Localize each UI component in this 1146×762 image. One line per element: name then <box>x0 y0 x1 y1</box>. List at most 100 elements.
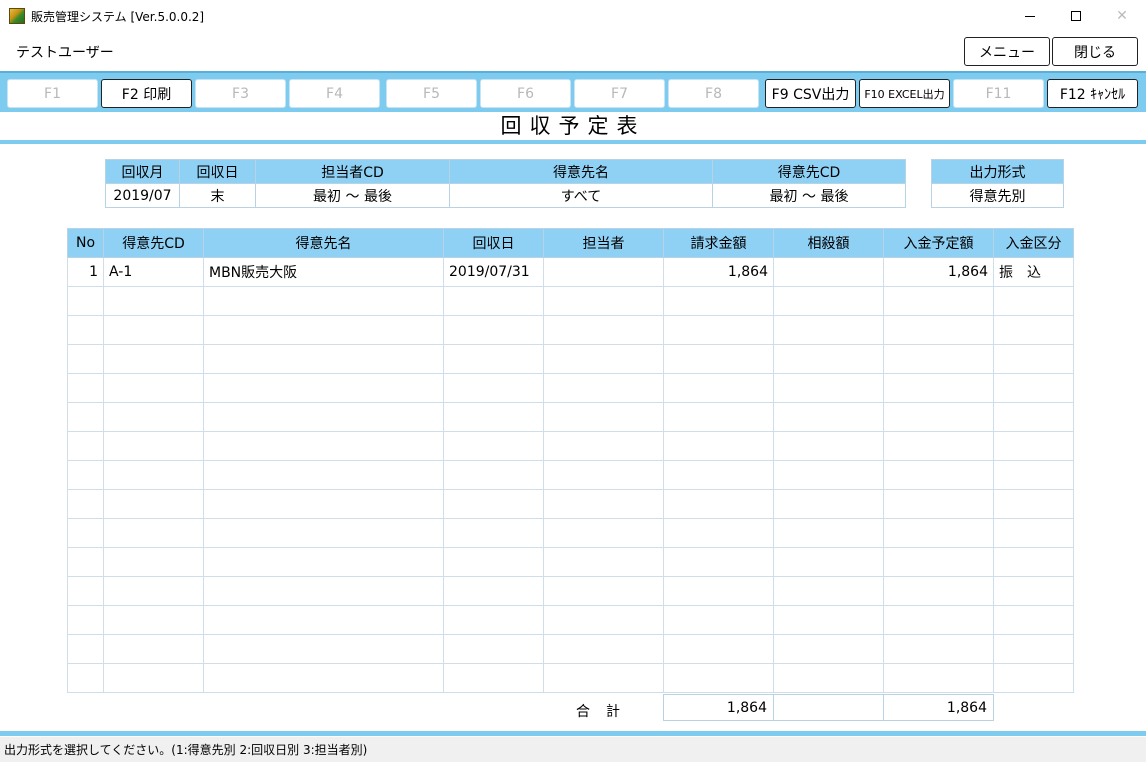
table-cell <box>67 344 104 374</box>
table-cell <box>203 605 444 635</box>
table-cell <box>883 605 994 635</box>
table-cell: 1 <box>67 257 104 287</box>
title-divider <box>0 140 1146 144</box>
table-row[interactable] <box>67 344 1074 374</box>
table-cell <box>543 489 664 519</box>
fkey-button-f8[interactable]: F8 <box>668 79 759 108</box>
table-cell <box>993 431 1074 461</box>
table-cell <box>993 518 1074 548</box>
function-key-bar: F1 F2 印刷 F3 F4 F5 F6 F7 F8 F9 CSV出力 F10 EXCEL出力 F1… <box>0 71 1146 112</box>
table-cell <box>993 315 1074 345</box>
table-row[interactable] <box>67 431 1074 461</box>
bottom-divider <box>0 731 1146 736</box>
table-cell <box>203 518 444 548</box>
table-cell <box>773 489 884 519</box>
table-cell <box>993 286 1074 316</box>
table-row[interactable] <box>67 605 1074 635</box>
table-cell <box>543 605 664 635</box>
table-cell <box>883 315 994 345</box>
table-cell <box>993 547 1074 577</box>
table-row[interactable] <box>67 315 1074 345</box>
fkey-button-f7[interactable]: F7 <box>574 79 665 108</box>
fkey-button-f5[interactable]: F5 <box>386 79 477 108</box>
table-cell: 振 込 <box>993 257 1074 287</box>
maximize-button[interactable] <box>1053 0 1099 31</box>
table-cell <box>773 518 884 548</box>
fkey-button-f6[interactable]: F6 <box>480 79 571 108</box>
table-cell <box>993 663 1074 693</box>
fkey-button-f1[interactable]: F1 <box>7 79 98 108</box>
table-cell <box>543 431 664 461</box>
table-cell <box>443 663 544 693</box>
table-cell <box>663 431 774 461</box>
table-cell <box>103 663 204 693</box>
table-row[interactable]: 1 A-1 MBN販売大阪 2019/07/31 1,864 1,864 振 込 <box>67 257 1074 287</box>
table-row[interactable] <box>67 547 1074 577</box>
table-cell <box>443 547 544 577</box>
table-cell <box>883 489 994 519</box>
table-cell <box>103 286 204 316</box>
fkey-button-f12[interactable]: F12 ｷｬﾝｾﾙ <box>1047 79 1138 108</box>
fkey-button-f11[interactable]: F11 <box>953 79 1044 108</box>
table-cell <box>543 634 664 664</box>
table-cell <box>883 373 994 403</box>
table-cell <box>543 460 664 490</box>
table-cell <box>663 518 774 548</box>
table-cell <box>443 373 544 403</box>
table-row[interactable] <box>67 576 1074 606</box>
fkey-button-f10[interactable]: F10 EXCEL出力 <box>859 79 950 108</box>
column-header: 相殺額 <box>773 228 884 258</box>
table-row[interactable] <box>67 402 1074 432</box>
table-cell <box>67 431 104 461</box>
table-cell <box>773 547 884 577</box>
menu-button[interactable]: メニュー <box>964 37 1050 66</box>
table-cell: 2019/07/31 <box>443 257 544 287</box>
table-cell <box>543 402 664 432</box>
table-cell <box>103 402 204 432</box>
table-cell <box>203 576 444 606</box>
table-row[interactable] <box>67 634 1074 664</box>
fkey-button-f3[interactable]: F3 <box>195 79 286 108</box>
condition-header: 得意先CD <box>712 159 906 184</box>
table-cell <box>883 286 994 316</box>
table-cell <box>443 286 544 316</box>
table-cell <box>67 605 104 635</box>
title-bar: 販売管理システム [Ver.5.0.0.2] ✕ <box>0 0 1146 32</box>
table-cell <box>67 576 104 606</box>
fkey-button-f9[interactable]: F9 CSV出力 <box>765 79 856 108</box>
condition-header: 回収月 <box>105 159 180 184</box>
table-cell <box>663 576 774 606</box>
table-cell <box>67 315 104 345</box>
table-cell <box>773 460 884 490</box>
table-cell <box>103 431 204 461</box>
output-format-value[interactable]: 得意先別 <box>931 183 1064 208</box>
table-cell <box>773 373 884 403</box>
table-row[interactable] <box>67 663 1074 693</box>
table-row[interactable] <box>67 373 1074 403</box>
fkey-button-f2[interactable]: F2 印刷 <box>101 79 192 108</box>
app-icon <box>9 8 25 24</box>
column-header: 回収日 <box>443 228 544 258</box>
table-row[interactable] <box>67 286 1074 316</box>
table-row[interactable] <box>67 518 1074 548</box>
table-row[interactable] <box>67 489 1074 519</box>
table-cell <box>103 344 204 374</box>
table-cell <box>443 315 544 345</box>
fkey-button-f4[interactable]: F4 <box>289 79 380 108</box>
table-cell <box>883 460 994 490</box>
table-cell <box>103 547 204 577</box>
window-close-button[interactable]: ✕ <box>1099 0 1145 31</box>
column-header: 得意先CD <box>103 228 204 258</box>
minimize-button[interactable] <box>1007 0 1053 31</box>
table-cell <box>993 489 1074 519</box>
output-format-header: 出力形式 <box>931 159 1064 184</box>
table-cell <box>103 373 204 403</box>
table-cell <box>663 344 774 374</box>
table-cell <box>203 489 444 519</box>
table-cell <box>443 634 544 664</box>
table-cell <box>883 344 994 374</box>
close-button[interactable]: 閉じる <box>1052 37 1138 66</box>
table-cell <box>993 634 1074 664</box>
table-row[interactable] <box>67 460 1074 490</box>
table-cell <box>883 518 994 548</box>
